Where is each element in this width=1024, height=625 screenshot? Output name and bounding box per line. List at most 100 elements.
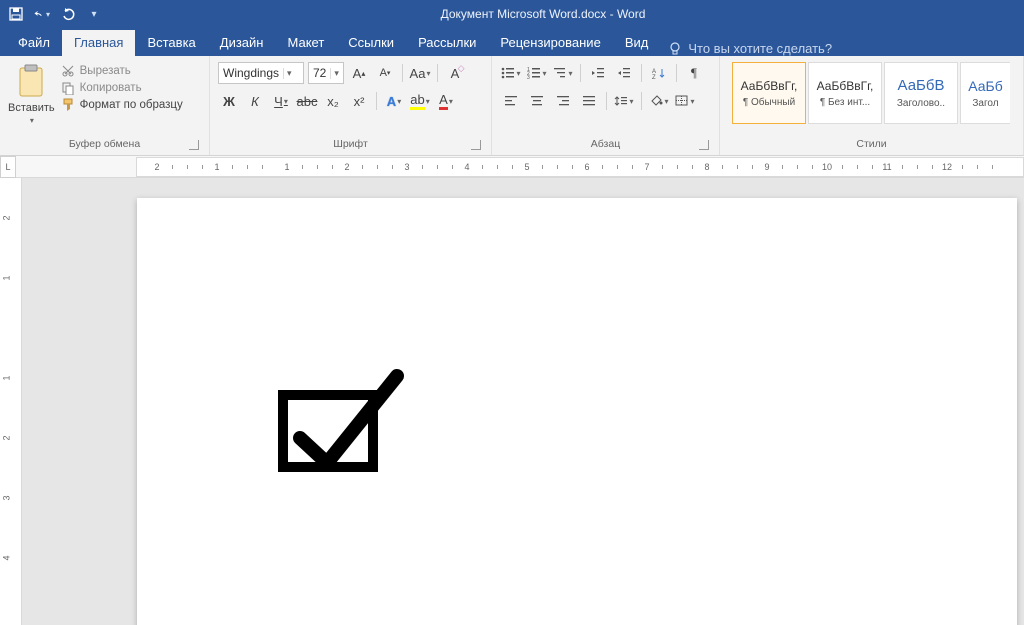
change-case-button[interactable]: Aa▾	[409, 62, 431, 84]
redo-icon[interactable]	[60, 6, 76, 22]
outdent-icon	[591, 67, 605, 79]
tab-layout[interactable]: Макет	[275, 30, 336, 56]
tab-view[interactable]: Вид	[613, 30, 661, 56]
style-sample: АаБбВ	[898, 77, 945, 94]
style-heading2[interactable]: АаБбЗагол	[960, 62, 1010, 124]
separator	[676, 64, 677, 82]
tab-references[interactable]: Ссылки	[336, 30, 406, 56]
tell-me[interactable]: Что вы хотите сделать?	[660, 41, 832, 56]
align-left-button[interactable]	[500, 90, 522, 112]
group-styles: АаБбВвГг,¶ Обычный АаБбВвГг, ¶ Без инт...…	[720, 56, 1024, 155]
align-right-button[interactable]	[552, 90, 574, 112]
page[interactable]	[137, 198, 1017, 625]
lightbulb-icon	[668, 42, 682, 56]
tell-me-label: Что вы хотите сделать?	[688, 41, 832, 56]
ribbon: Вставить ▾ Вырезать Копировать Формат по…	[0, 56, 1024, 156]
paste-button[interactable]: Вставить ▾	[8, 60, 55, 125]
align-left-icon	[504, 95, 518, 107]
style-normal[interactable]: АаБбВвГг,¶ Обычный	[732, 62, 806, 124]
format-painter-button[interactable]: Формат по образцу	[61, 98, 183, 112]
separator	[437, 64, 438, 82]
font-color-button[interactable]: A▾	[435, 90, 457, 112]
font-name-combo[interactable]: Wingdings ▾	[218, 62, 304, 84]
chevron-down-icon: ▾	[283, 68, 292, 79]
copy-label: Копировать	[80, 82, 142, 94]
tab-home[interactable]: Главная	[62, 30, 135, 56]
separator	[402, 64, 403, 82]
tab-insert[interactable]: Вставка	[135, 30, 207, 56]
bold-button[interactable]: Ж	[218, 90, 240, 112]
font-name-value: Wingdings	[223, 66, 279, 80]
quick-access-toolbar: ▾ ▾	[0, 6, 102, 22]
bullets-icon	[501, 67, 515, 79]
undo-icon[interactable]: ▾	[34, 6, 50, 22]
font-size-combo[interactable]: 72▾	[308, 62, 344, 84]
font-size-value: 72	[313, 66, 326, 80]
vertical-ruler[interactable]: 211234	[0, 178, 22, 625]
separator	[376, 92, 377, 110]
clipboard-icon	[16, 64, 46, 100]
format-painter-label: Формат по образцу	[80, 99, 183, 111]
shrink-font-button[interactable]: A▾	[374, 62, 396, 84]
copy-button[interactable]: Копировать	[61, 81, 183, 95]
highlight-button[interactable]: ab▾	[409, 90, 431, 112]
style-name: ¶ Без инт...	[820, 97, 870, 108]
multilevel-icon	[553, 67, 567, 79]
group-clipboard: Вставить ▾ Вырезать Копировать Формат по…	[0, 56, 210, 155]
paste-label: Вставить	[8, 102, 55, 114]
clear-formatting-button[interactable]: A◇	[444, 62, 466, 84]
cut-label: Вырезать	[80, 65, 131, 77]
ribbon-tabs: Файл Главная Вставка Дизайн Макет Ссылки…	[0, 28, 1024, 56]
group-paragraph-label: Абзац	[500, 136, 711, 153]
grow-font-button[interactable]: A▴	[348, 62, 370, 84]
increase-indent-button[interactable]	[613, 62, 635, 84]
tab-design[interactable]: Дизайн	[208, 30, 276, 56]
indent-icon	[617, 67, 631, 79]
workspace: 211234	[0, 178, 1024, 625]
group-font: Wingdings ▾ 72▾ A▴ A▾ Aa▾ A◇ Ж К Ч▾ abc x…	[210, 56, 492, 155]
strikethrough-button[interactable]: abc	[296, 90, 318, 112]
svg-text:3: 3	[527, 75, 530, 79]
bullets-button[interactable]: ▾	[500, 62, 522, 84]
decrease-indent-button[interactable]	[587, 62, 609, 84]
multilevel-list-button[interactable]: ▾	[552, 62, 574, 84]
qat-customize-icon[interactable]: ▾	[86, 6, 102, 22]
style-heading1[interactable]: АаБбВ Заголово..	[884, 62, 958, 124]
checkbox-checked-glyph	[272, 368, 402, 478]
style-name: Загол	[972, 98, 998, 109]
dialog-launcher-icon[interactable]	[471, 140, 481, 150]
group-styles-label: Стили	[728, 136, 1015, 153]
dialog-launcher-icon[interactable]	[189, 140, 199, 150]
horizontal-ruler[interactable]: L 21123456789101112	[0, 156, 1024, 178]
tab-file[interactable]: Файл	[6, 30, 62, 56]
document-area[interactable]	[22, 178, 1024, 625]
align-center-button[interactable]	[526, 90, 548, 112]
dialog-launcher-icon[interactable]	[699, 140, 709, 150]
style-name: Заголово..	[897, 98, 945, 109]
shading-button[interactable]: ▾	[648, 90, 670, 112]
cut-button[interactable]: Вырезать	[61, 64, 183, 78]
style-sample: АаБбВвГг,	[817, 79, 874, 93]
tab-mailings[interactable]: Рассылки	[406, 30, 488, 56]
numbering-button[interactable]: 123▾	[526, 62, 548, 84]
underline-button[interactable]: Ч▾	[270, 90, 292, 112]
svg-text:Z: Z	[652, 75, 656, 79]
title-bar: ▾ ▾ Документ Microsoft Word.docx - Word	[0, 0, 1024, 28]
superscript-button[interactable]: x²	[348, 90, 370, 112]
style-no-spacing[interactable]: АаБбВвГг, ¶ Без инт...	[808, 62, 882, 124]
group-font-label: Шрифт	[218, 136, 483, 153]
text-effects-button[interactable]: A▾	[383, 90, 405, 112]
justify-button[interactable]	[578, 90, 600, 112]
line-spacing-button[interactable]: ▾	[613, 90, 635, 112]
borders-button[interactable]: ▾	[674, 90, 696, 112]
subscript-button[interactable]: x₂	[322, 90, 344, 112]
brush-icon	[61, 98, 75, 112]
italic-button[interactable]: К	[244, 90, 266, 112]
document-content[interactable]	[272, 368, 402, 478]
sort-button[interactable]: AZ	[648, 62, 670, 84]
tab-review[interactable]: Рецензирование	[488, 30, 612, 56]
save-icon[interactable]	[8, 6, 24, 22]
tab-selector[interactable]: L	[0, 156, 16, 178]
show-marks-button[interactable]: ¶	[683, 62, 705, 84]
bucket-icon	[649, 95, 663, 107]
